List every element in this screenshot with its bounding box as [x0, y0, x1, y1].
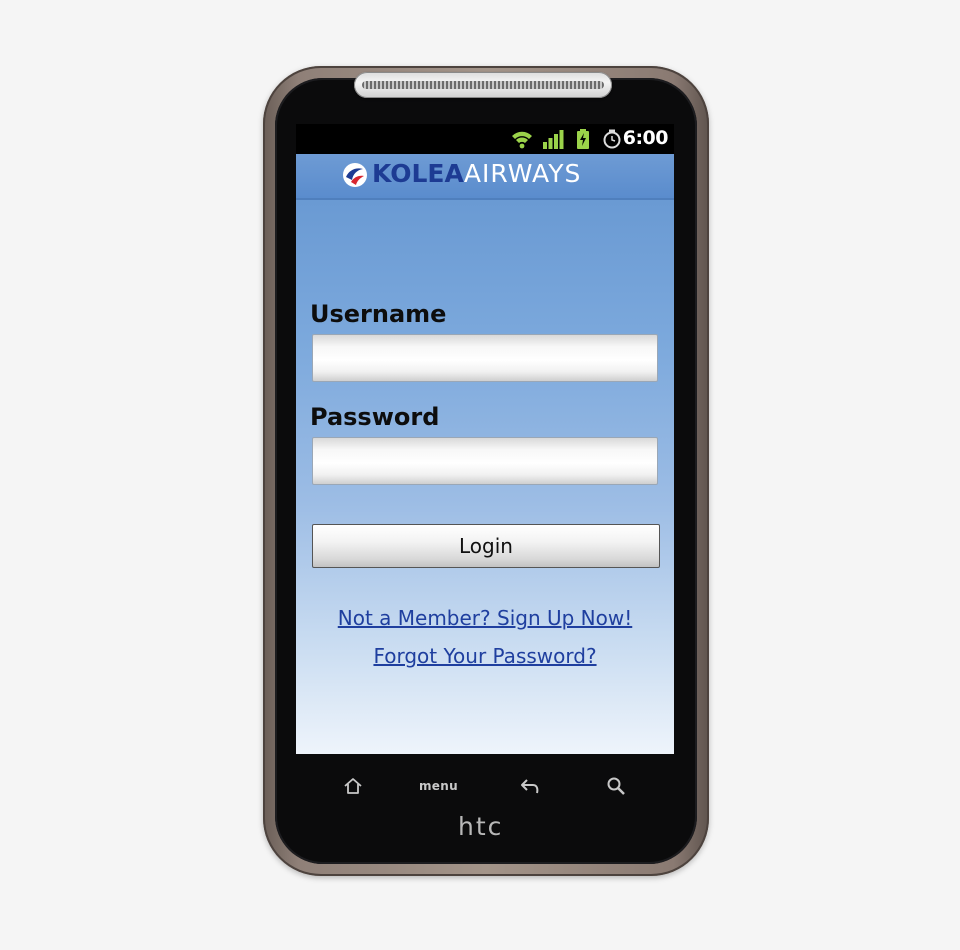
search-icon[interactable]	[606, 776, 626, 796]
status-time: 6:00	[622, 127, 669, 149]
device-brand-logo: htc	[458, 812, 504, 841]
logo-primary: KOLEA	[372, 159, 464, 188]
login-button[interactable]: Login	[312, 524, 660, 568]
login-screen: Username Password Login Not a Member? Si…	[296, 200, 674, 754]
back-icon[interactable]	[519, 776, 541, 796]
alarm-icon	[603, 129, 621, 149]
phone-screen: 6:00 KOLEAAIRWAYS Username Password Logi…	[296, 124, 674, 754]
home-icon[interactable]	[343, 776, 363, 796]
signup-link[interactable]: Not a Member? Sign Up Now!	[296, 606, 674, 630]
battery-charging-icon	[577, 129, 589, 149]
forgot-password-link[interactable]: Forgot Your Password?	[296, 644, 674, 668]
logo-secondary: AIRWAYS	[463, 159, 582, 188]
password-input[interactable]	[312, 437, 658, 485]
app-header: KOLEAAIRWAYS	[296, 154, 674, 200]
wifi-icon	[512, 131, 532, 149]
password-label: Password	[310, 403, 440, 431]
earpiece-speaker	[354, 72, 612, 98]
username-input[interactable]	[312, 334, 658, 382]
signal-icon	[543, 130, 564, 149]
username-label: Username	[310, 300, 447, 328]
page: 6:00 KOLEAAIRWAYS Username Password Logi…	[0, 0, 960, 950]
status-bar: 6:00	[296, 124, 674, 154]
app-logo: KOLEAAIRWAYS	[372, 159, 581, 188]
airline-logo-icon	[343, 163, 367, 187]
menu-key[interactable]: menu	[419, 779, 458, 793]
